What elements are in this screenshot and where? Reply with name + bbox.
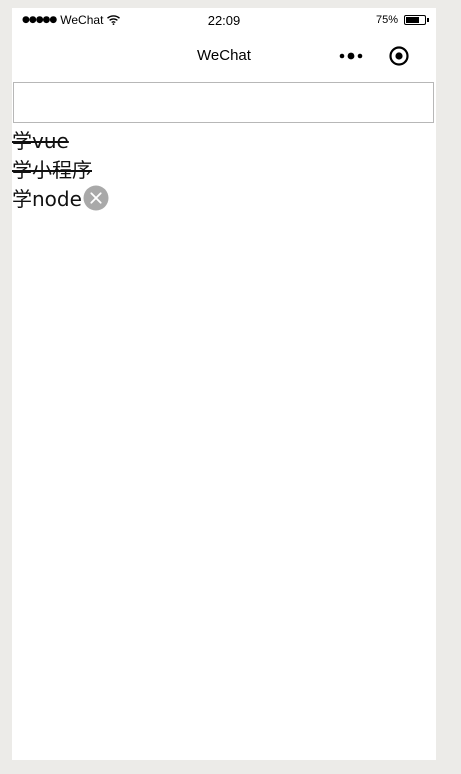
status-time: 22:09 <box>207 13 241 28</box>
phone-screen: ●●●●● WeChat 22:09 75% WeChat 学vue 学小程序 … <box>12 8 436 760</box>
battery-icon <box>404 15 429 25</box>
record-icon[interactable] <box>388 45 410 67</box>
status-right: 75% <box>375 14 429 26</box>
status-bar: ●●●●● WeChat 22:09 75% <box>12 8 436 32</box>
battery-percent: 75% <box>375 14 398 26</box>
todo-text[interactable]: 学小程序 <box>12 154 92 183</box>
clear-icon[interactable] <box>83 185 109 211</box>
todo-list: 学vue 学小程序 学node <box>12 125 436 212</box>
todo-text[interactable]: 学node <box>12 183 82 212</box>
navigation-bar: WeChat <box>12 32 436 80</box>
todo-input[interactable] <box>13 82 434 123</box>
battery-cap <box>427 18 429 22</box>
todo-item[interactable]: 学node <box>12 183 436 212</box>
todo-item[interactable]: 学小程序 <box>12 154 436 183</box>
todo-text[interactable]: 学vue <box>12 125 69 154</box>
battery-fill <box>406 17 419 23</box>
page-title: WeChat <box>197 47 251 64</box>
more-icon[interactable] <box>338 45 364 67</box>
todo-item[interactable]: 学vue <box>12 125 436 154</box>
